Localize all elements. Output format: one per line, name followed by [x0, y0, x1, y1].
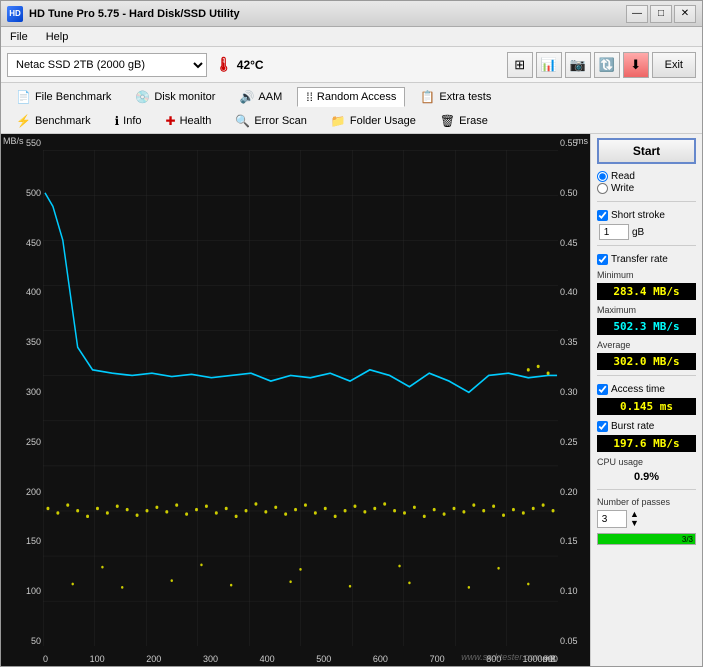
- side-panel: Start Read Write Short stroke gB: [590, 134, 702, 666]
- toolbar-btn-2[interactable]: 📊: [536, 52, 562, 78]
- passes-row: ▲▼: [597, 510, 696, 528]
- cpu-label: CPU usage: [597, 457, 696, 467]
- write-radio[interactable]: [597, 183, 608, 194]
- write-radio-label[interactable]: Write: [597, 183, 696, 194]
- maximum-label: Maximum: [597, 305, 696, 315]
- file-benchmark-icon: 📄: [16, 90, 31, 104]
- temperature-value: 42°C: [237, 58, 264, 72]
- divider-1: [597, 201, 696, 202]
- progress-bar: 3/3: [597, 533, 696, 545]
- toolbar-btn-4[interactable]: 🔃: [594, 52, 620, 78]
- title-bar-left: HD HD Tune Pro 5.75 - Hard Disk/SSD Util…: [7, 6, 240, 22]
- access-time-value: 0.145 ms: [597, 398, 696, 415]
- close-button[interactable]: ✕: [674, 5, 696, 23]
- divider-2: [597, 245, 696, 246]
- y-axis-right-labels: 0.55 0.50 0.45 0.40 0.35 0.30 0.25 0.20 …: [558, 134, 590, 646]
- minimum-label: Minimum: [597, 270, 696, 280]
- random-access-icon: ⁞⁞: [306, 90, 313, 104]
- benchmark-icon: ⚡: [16, 114, 31, 128]
- exit-button[interactable]: Exit: [652, 52, 696, 78]
- tab-disk-monitor[interactable]: 💿 Disk monitor: [126, 87, 224, 107]
- tab-folder-usage[interactable]: 📁 Folder Usage: [322, 111, 425, 131]
- progress-fill: 3/3: [598, 534, 695, 544]
- maximize-button[interactable]: □: [650, 5, 672, 23]
- drive-select[interactable]: Netac SSD 2TB (2000 gB): [7, 53, 207, 77]
- start-button[interactable]: Start: [597, 138, 696, 164]
- nav-row-2: ⚡ Benchmark ℹ Info ✚ Health 🔍 Error Scan…: [7, 109, 696, 133]
- erase-icon: 🗑: [440, 114, 455, 128]
- maximum-value: 502.3 MB/s: [597, 318, 696, 335]
- short-stroke-row: gB: [599, 224, 696, 240]
- tab-benchmark[interactable]: ⚡ Benchmark: [7, 111, 100, 131]
- temperature-display: 🌡 42°C: [215, 56, 264, 73]
- main-window: HD HD Tune Pro 5.75 - Hard Disk/SSD Util…: [0, 0, 703, 667]
- transfer-rate-checkbox-label[interactable]: Transfer rate: [597, 254, 696, 265]
- content-area: MB/s ms 550 500 450 400 350 300 250 200 …: [1, 134, 702, 666]
- tab-random-access[interactable]: ⁞⁞ Random Access: [297, 87, 405, 107]
- chart-area: MB/s ms 550 500 450 400 350 300 250 200 …: [1, 134, 590, 666]
- average-label: Average: [597, 340, 696, 350]
- read-radio[interactable]: [597, 171, 608, 182]
- nav-tabs: 📄 File Benchmark 💿 Disk monitor 🔊 AAM ⁞⁞…: [1, 83, 702, 134]
- aam-icon: 🔊: [239, 90, 254, 104]
- extra-tests-icon: 📋: [420, 90, 435, 104]
- access-time-checkbox-label[interactable]: Access time: [597, 384, 696, 395]
- transfer-rate-checkbox[interactable]: [597, 254, 608, 265]
- info-icon: ℹ: [115, 114, 120, 128]
- passes-input[interactable]: [597, 510, 627, 528]
- short-stroke-input[interactable]: [599, 224, 629, 240]
- short-stroke-checkbox[interactable]: [597, 210, 608, 221]
- progress-label: 3/3: [682, 535, 693, 544]
- chart-svg: [43, 150, 558, 646]
- chart-inner: [43, 150, 558, 646]
- menu-bar: File Help: [1, 27, 702, 47]
- tab-erase[interactable]: 🗑 Erase: [431, 111, 497, 131]
- disk-monitor-icon: 💿: [135, 90, 150, 104]
- burst-rate-checkbox[interactable]: [597, 421, 608, 432]
- tab-aam[interactable]: 🔊 AAM: [230, 87, 291, 107]
- title-controls: — □ ✕: [626, 5, 696, 23]
- burst-rate-value: 197.6 MB/s: [597, 435, 696, 452]
- divider-3: [597, 375, 696, 376]
- divider-4: [597, 489, 696, 490]
- access-time-checkbox[interactable]: [597, 384, 608, 395]
- tab-file-benchmark[interactable]: 📄 File Benchmark: [7, 87, 120, 107]
- tab-extra-tests[interactable]: 📋 Extra tests: [411, 87, 500, 107]
- nav-row-1: 📄 File Benchmark 💿 Disk monitor 🔊 AAM ⁞⁞…: [7, 85, 696, 109]
- thermometer-icon: 🌡: [215, 56, 233, 73]
- toolbar-btn-3[interactable]: 📷: [565, 52, 591, 78]
- read-radio-label[interactable]: Read: [597, 171, 696, 182]
- passes-label: Number of passes: [597, 497, 696, 507]
- window-title: HD Tune Pro 5.75 - Hard Disk/SSD Utility: [29, 8, 240, 20]
- read-write-radio-group: Read Write: [597, 171, 696, 194]
- tab-info[interactable]: ℹ Info: [106, 111, 151, 131]
- health-icon: ✚: [166, 114, 176, 128]
- passes-spinner[interactable]: ▲▼: [630, 510, 639, 528]
- menu-help[interactable]: Help: [43, 30, 72, 44]
- title-bar: HD HD Tune Pro 5.75 - Hard Disk/SSD Util…: [1, 1, 702, 27]
- toolbar: Netac SSD 2TB (2000 gB) 🌡 42°C ⊞ 📊 📷 🔃 ⬇…: [1, 47, 702, 83]
- toolbar-icons: ⊞ 📊 📷 🔃 ⬇ Exit: [507, 52, 696, 78]
- folder-usage-icon: 📁: [331, 114, 346, 128]
- average-value: 302.0 MB/s: [597, 353, 696, 370]
- tab-health[interactable]: ✚ Health: [157, 111, 221, 131]
- minimize-button[interactable]: —: [626, 5, 648, 23]
- error-scan-icon: 🔍: [235, 114, 250, 128]
- toolbar-btn-1[interactable]: ⊞: [507, 52, 533, 78]
- cpu-value: 0.9%: [597, 470, 696, 484]
- app-icon: HD: [7, 6, 23, 22]
- minimum-value: 283.4 MB/s: [597, 283, 696, 300]
- burst-rate-checkbox-label[interactable]: Burst rate: [597, 421, 696, 432]
- toolbar-btn-5[interactable]: ⬇: [623, 52, 649, 78]
- menu-file[interactable]: File: [7, 30, 31, 44]
- y-axis-left-labels: 550 500 450 400 350 300 250 200 150 100 …: [1, 134, 43, 646]
- watermark: www.ssd-tester.com.au: [461, 652, 554, 662]
- short-stroke-checkbox-label[interactable]: Short stroke: [597, 210, 696, 221]
- tab-error-scan[interactable]: 🔍 Error Scan: [226, 111, 316, 131]
